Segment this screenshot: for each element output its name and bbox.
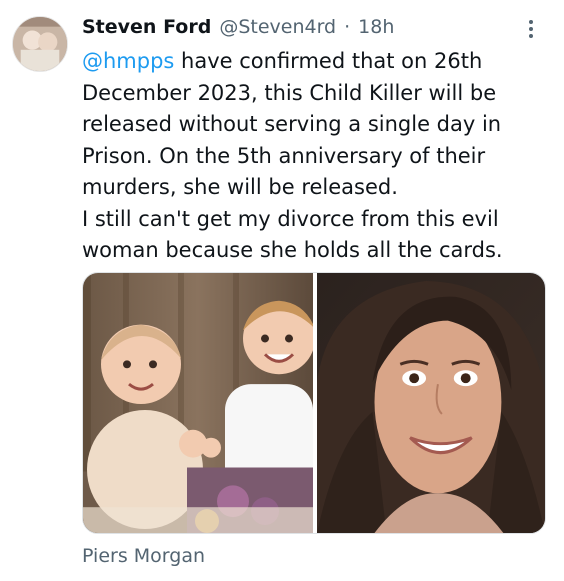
more-dot — [529, 27, 533, 31]
tweet-line-7: woman because she holds all the cards. — [82, 238, 503, 262]
tweet-line-2: December 2023, this Child Killer will be — [82, 80, 497, 105]
more-dot — [529, 34, 533, 38]
separator-dot: · — [344, 16, 351, 38]
media-photo-woman[interactable] — [317, 273, 545, 533]
timestamp[interactable]: 18h — [358, 16, 394, 38]
tweet-line-6: I still can't get my divorce from this e… — [82, 206, 499, 231]
tweet-media[interactable] — [82, 272, 546, 534]
author-avatar[interactable] — [12, 16, 68, 72]
media-photo-children[interactable] — [83, 273, 313, 533]
tweet-line-1-text: have confirmed that on 26th — [174, 49, 483, 73]
author-handle[interactable]: @Steven4rd — [219, 16, 336, 38]
avatar-photo — [13, 17, 67, 71]
tweet-line-1: @hmpps have confirmed that on 26th — [82, 46, 542, 78]
tweet-card[interactable]: Steven Ford @Steven4rd · 18h @hmpps have… — [0, 0, 564, 581]
author-name[interactable]: Steven Ford — [82, 16, 211, 38]
media-source-label: Piers Morgan — [82, 545, 205, 567]
woman-photo — [317, 273, 545, 533]
more-dot — [529, 20, 533, 24]
tweet-line-4: Prison. On the 5th anniversary of their — [82, 143, 486, 168]
tweet-text: @hmpps have confirmed that on 26th Decem… — [82, 46, 542, 267]
mention-link[interactable]: @hmpps — [82, 49, 174, 73]
more-vertical-icon[interactable] — [522, 18, 540, 40]
tweet-line-3: released without serving a single day in — [82, 112, 502, 136]
children-photo — [83, 273, 313, 533]
tweet-line-5: murders, she will be released. — [82, 175, 398, 199]
tweet-header: Steven Ford @Steven4rd · 18h — [82, 12, 394, 42]
